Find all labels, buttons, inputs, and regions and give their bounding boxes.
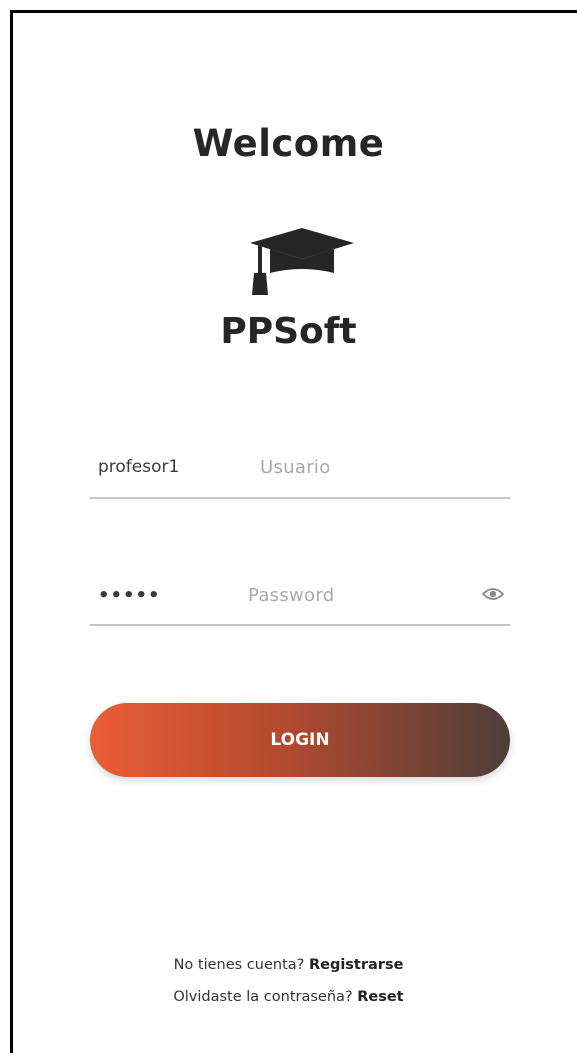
password-underline <box>90 624 510 626</box>
eye-icon[interactable] <box>482 586 504 602</box>
username-underline <box>90 497 510 499</box>
login-screen <box>10 10 577 1053</box>
app-window: Welcome PPSoft profesor1 Usuario ••••• P… <box>0 0 577 1053</box>
welcome-title: Welcome <box>192 122 385 165</box>
brand-name: PPSoft <box>220 311 357 352</box>
register-row: No tienes cuenta? Registrarse <box>0 957 577 973</box>
username-placeholder: Usuario <box>260 457 331 478</box>
reset-prompt: Olvidaste la contraseña? <box>173 989 358 1005</box>
password-field[interactable]: ••••• Password <box>90 576 510 626</box>
reset-link[interactable]: Reset <box>357 989 403 1005</box>
password-value[interactable]: ••••• <box>98 585 161 606</box>
register-prompt: No tienes cuenta? <box>173 957 309 973</box>
register-link[interactable]: Registrarse <box>309 957 403 973</box>
username-field[interactable]: profesor1 Usuario <box>90 449 510 499</box>
graduation-cap-icon <box>250 228 354 295</box>
login-button[interactable]: LOGIN <box>90 703 510 777</box>
reset-row: Olvidaste la contraseña? Reset <box>0 989 577 1005</box>
password-placeholder: Password <box>248 585 335 606</box>
username-value[interactable]: profesor1 <box>98 457 179 477</box>
